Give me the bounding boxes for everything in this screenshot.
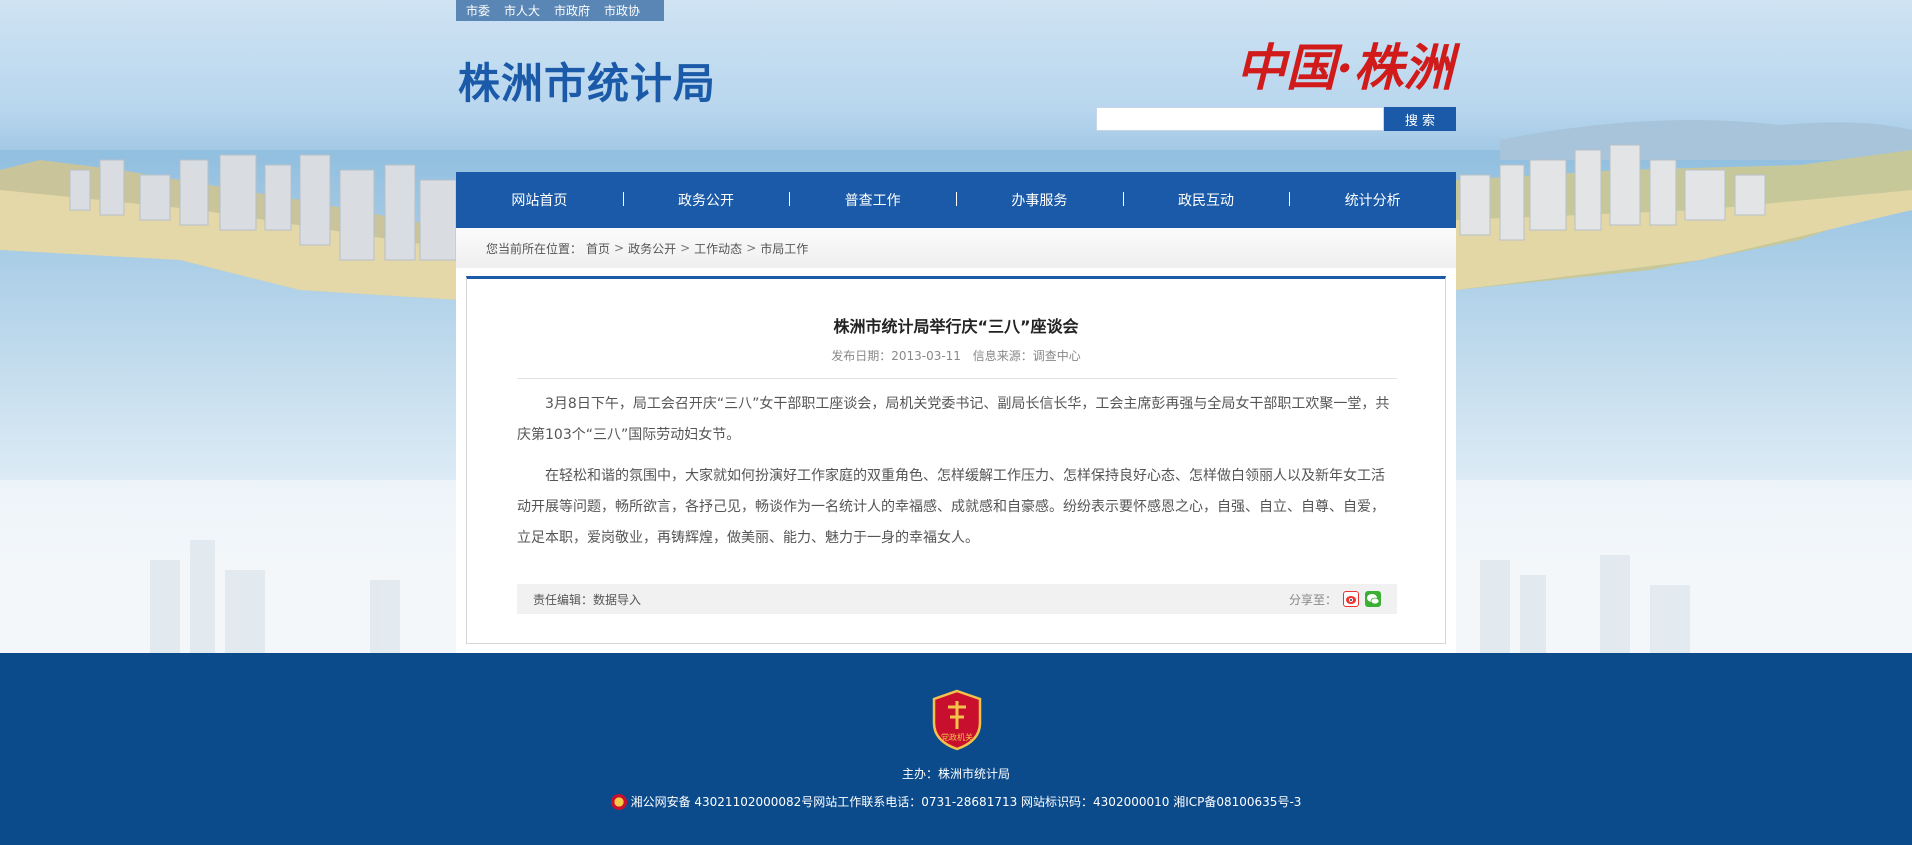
article-paragraph: 在轻松和谐的氛围中，大家就如何扮演好工作家庭的双重角色、怎样缓解工作压力、怎样保… bbox=[517, 468, 1385, 546]
title-divider bbox=[517, 378, 1397, 379]
article-body: 3月8日下午，局工会召开庆“三八”女干部职工座谈会，局机关党委书记、副局长信长华… bbox=[517, 389, 1397, 564]
search-form: 搜 索 bbox=[1096, 107, 1456, 131]
nav-item-analysis[interactable]: 统计分析 bbox=[1289, 190, 1456, 210]
police-badge-icon[interactable] bbox=[610, 793, 627, 810]
footer-host: 主办：株洲市统计局 bbox=[901, 767, 1010, 781]
top-link-government[interactable]: 市政府 bbox=[554, 2, 590, 19]
top-link-congress[interactable]: 市人大 bbox=[504, 2, 540, 19]
top-link-party[interactable]: 市委 bbox=[466, 2, 490, 19]
weibo-share-icon[interactable] bbox=[1343, 591, 1359, 607]
share-area: 分享至： bbox=[1289, 591, 1381, 608]
party-government-emblem-icon[interactable]: 党政机关 bbox=[930, 689, 984, 751]
nav-item-home[interactable]: 网站首页 bbox=[456, 190, 623, 210]
article-meta: 发布日期：2013-03-11 信息来源：调查中心 bbox=[467, 347, 1445, 364]
top-links-bar: 市委 市人大 市政府 市政协 bbox=[456, 0, 665, 21]
search-input[interactable] bbox=[1096, 107, 1384, 131]
breadcrumb-bureau-work[interactable]: 市局工作 bbox=[760, 240, 808, 257]
emblem-caption: 党政机关 bbox=[941, 732, 973, 742]
brand-calligraphy-logo: 中国·株洲 bbox=[1236, 38, 1454, 97]
top-link-cppcc[interactable]: 市政协 bbox=[604, 2, 640, 19]
responsible-editor: 责任编辑：数据导入 bbox=[533, 592, 642, 607]
content-panel: 株洲市统计局举行庆“三八”座谈会 发布日期：2013-03-11 信息来源：调查… bbox=[456, 268, 1456, 653]
nav-item-gov-affairs[interactable]: 政务公开 bbox=[622, 190, 790, 210]
article-footer-bar: 责任编辑：数据导入 分享至： bbox=[517, 584, 1397, 614]
breadcrumb-separator: > bbox=[614, 241, 625, 255]
search-button[interactable]: 搜 索 bbox=[1384, 107, 1456, 131]
publish-date: 发布日期：2013-03-11 bbox=[831, 349, 961, 363]
breadcrumb-gov-affairs[interactable]: 政务公开 bbox=[628, 240, 676, 257]
main-nav: 网站首页 政务公开 普查工作 办事服务 政民互动 统计分析 bbox=[456, 172, 1456, 228]
article-title: 株洲市统计局举行庆“三八”座谈会 bbox=[833, 317, 1079, 336]
share-label: 分享至： bbox=[1288, 592, 1337, 607]
breadcrumb-separator: > bbox=[746, 241, 757, 255]
footer-registration-text[interactable]: 湘公网安备 43021102000082号网站工作联系电话：0731-28681… bbox=[631, 793, 1302, 810]
breadcrumb-work-news[interactable]: 工作动态 bbox=[694, 240, 742, 257]
article-box: 株洲市统计局举行庆“三八”座谈会 发布日期：2013-03-11 信息来源：调查… bbox=[466, 276, 1446, 644]
nav-item-services[interactable]: 办事服务 bbox=[956, 190, 1123, 210]
breadcrumb-home[interactable]: 首页 bbox=[586, 240, 610, 257]
breadcrumb-separator: > bbox=[680, 241, 691, 255]
info-source: 信息来源：调查中心 bbox=[972, 349, 1081, 363]
site-footer: 党政机关 主办：株洲市统计局 湘公网安备 43021102000082号网站工作… bbox=[0, 653, 1912, 845]
nav-item-census[interactable]: 普查工作 bbox=[789, 190, 956, 210]
wechat-share-icon[interactable] bbox=[1365, 591, 1381, 607]
article-paragraph: 3月8日下午，局工会召开庆“三八”女干部职工座谈会，局机关党委书记、副局长信长华… bbox=[517, 396, 1390, 443]
breadcrumb: 您当前所在位置： 首页 > 政务公开 > 工作动态 > 市局工作 bbox=[456, 228, 1456, 268]
footer-info-line: 湘公网安备 43021102000082号网站工作联系电话：0731-28681… bbox=[0, 793, 1912, 810]
breadcrumb-label: 您当前所在位置： bbox=[486, 241, 583, 256]
site-logo-title[interactable]: 株洲市统计局 bbox=[458, 50, 716, 111]
nav-item-interaction[interactable]: 政民互动 bbox=[1122, 190, 1290, 210]
